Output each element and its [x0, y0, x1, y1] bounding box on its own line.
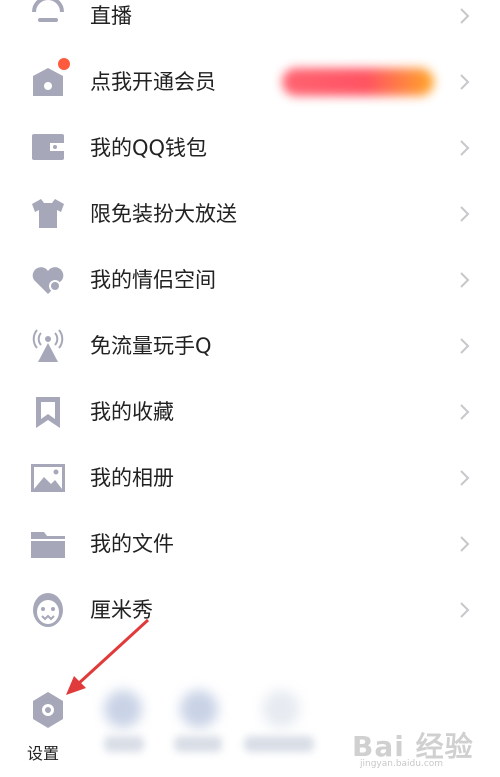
folder-icon	[28, 526, 68, 562]
chevron-right-icon	[458, 138, 472, 158]
menu-item-label: 我的情侣空间	[90, 268, 216, 292]
photo-album-icon	[28, 460, 68, 496]
menu-item-label: 免流量玩手Q	[90, 334, 212, 358]
cmshow-face-icon	[28, 592, 68, 628]
watermark-url: jingyan.baidu.com	[360, 759, 444, 769]
menu-item-free-themes[interactable]: 限免装扮大放送	[0, 184, 500, 244]
menu-item-free-data[interactable]: 免流量玩手Q	[0, 316, 500, 376]
menu-item-label: 我的文件	[90, 532, 174, 556]
menu-item-cmshow[interactable]: 厘米秀	[0, 580, 500, 640]
chevron-right-icon	[458, 204, 472, 224]
blurred-bottom-icon-2[interactable]	[180, 690, 218, 728]
menu-item-photo-album[interactable]: 我的相册	[0, 448, 500, 508]
signal-tower-icon	[28, 328, 68, 364]
blurred-bottom-icon-1[interactable]	[104, 690, 142, 728]
notification-dot	[58, 58, 70, 70]
chevron-right-icon	[458, 534, 472, 554]
blurred-bottom-icon-3[interactable]	[262, 690, 300, 728]
chevron-right-icon	[458, 336, 472, 356]
tshirt-icon	[28, 196, 68, 232]
blurred-bottom-label-1	[104, 736, 144, 752]
menu-item-label: 我的相册	[90, 466, 174, 490]
menu-item-files[interactable]: 我的文件	[0, 514, 500, 574]
blurred-bottom-label-2	[174, 736, 222, 752]
chevron-right-icon	[458, 270, 472, 290]
baidu-watermark: Bai 经验 jingyan.baidu.com	[352, 717, 492, 771]
settings-label: 设置	[27, 744, 60, 763]
vip-promo-badge-blurred[interactable]	[282, 68, 434, 96]
couple-heart-icon	[28, 262, 68, 298]
menu-item-favorites[interactable]: 我的收藏	[0, 382, 500, 442]
menu-item-label: 我的QQ钱包	[90, 136, 208, 160]
menu-item-label: 点我开通会员	[90, 70, 216, 94]
menu-item-label: 我的收藏	[90, 400, 174, 424]
wallet-icon	[28, 130, 68, 166]
menu-item-couple-space[interactable]: 我的情侣空间	[0, 250, 500, 310]
settings-hexagon-icon	[30, 690, 66, 730]
menu-item-qq-wallet[interactable]: 我的QQ钱包	[0, 118, 500, 178]
chevron-right-icon	[458, 468, 472, 488]
chevron-right-icon	[458, 6, 472, 26]
menu-item-live[interactable]: 直播	[0, 0, 500, 46]
menu-item-label: 厘米秀	[90, 598, 153, 622]
bookmark-icon	[28, 394, 68, 430]
live-icon	[28, 0, 68, 34]
chevron-right-icon	[458, 402, 472, 422]
blurred-bottom-label-3	[244, 736, 314, 752]
menu-item-label: 直播	[90, 4, 132, 28]
menu-item-label: 限免装扮大放送	[90, 202, 237, 226]
chevron-right-icon	[458, 72, 472, 92]
settings-button[interactable]: 设置	[18, 688, 78, 768]
chevron-right-icon	[458, 600, 472, 620]
